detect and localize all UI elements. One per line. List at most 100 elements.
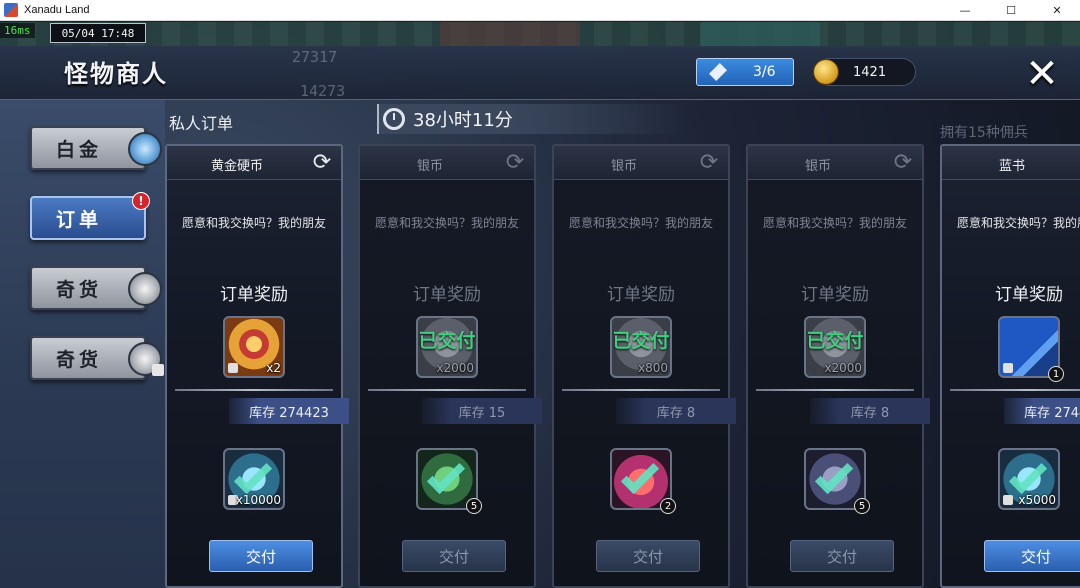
order-ticket-counter[interactable]: 3/6 [696,58,794,86]
reward-quantity: x2000 [824,361,862,375]
delivered-status: 已交付 [612,330,670,352]
sidebar-item-label: 奇货 [55,348,102,371]
delivered-status: 已交付 [418,330,476,352]
stock-count: 库存 15 [458,405,506,421]
divider [175,389,333,391]
order-item-name: 银币 [804,159,831,174]
order-card-header: 银币 ⟳ [554,146,728,180]
reward-title: 订单奖励 [220,285,288,305]
deliver-button[interactable]: 交付 [209,540,313,572]
sidebar-item-rare-goods[interactable]: 奇货 [30,266,162,310]
checkmark-icon [620,455,660,495]
gold-coin-icon [813,59,839,85]
sidebar-item-label: 奇货 [55,278,102,301]
refresh-icon[interactable]: ⟳ [696,150,722,176]
ping-indicator: 16ms [0,23,35,38]
stock-count: 库存 274423 [1024,405,1080,421]
deliver-button[interactable]: 交付 [984,540,1080,572]
window-controls: — ☐ ✕ [942,0,1080,21]
order-description: 愿意和我交换吗？我的朋友 [374,216,519,230]
order-item-name: 蓝书 [998,159,1025,174]
checkmark-icon [1008,455,1048,495]
refresh-icon[interactable]: ⟳ [309,150,335,176]
order-card-header: 银币 ⟳ [748,146,922,180]
maximize-button[interactable]: ☐ [988,0,1034,21]
sidebar-item-label: 白金 [55,138,102,161]
required-quantity: x5000 [1018,493,1056,507]
sidebar-item-orders[interactable]: 订单 ! [30,192,150,240]
close-shop-button[interactable]: ✕ [1018,54,1066,94]
sidebar-item-label: 订单 [55,208,102,231]
order-card: 蓝书 ⟳ 愿意和我交换吗？我的朋友 订单奖励 1 库存 274423 x5000… [940,144,1080,588]
sidebar-item-rare-goods-locked[interactable]: 奇货 [30,336,164,380]
order-item-name: 银币 [610,159,637,174]
gold-coin-count: 1421 [853,64,887,80]
map-decoration [700,22,820,48]
reward-title: 订单奖励 [801,285,869,305]
reward-title: 订单奖励 [607,285,675,305]
window-titlebar: Xanadu Land — ☐ ✕ [0,0,1080,21]
stock-banner: 库存 8 [616,398,736,424]
checkmark-icon [233,455,273,495]
item-level-badge: 5 [854,498,870,514]
lock-icon [1003,363,1013,373]
delivered-status: 已交付 [806,330,864,352]
lock-icon [152,364,164,376]
game-viewport: 16ms 05/04 17:48 怪物商人 27317 14273 3/6 14… [0,22,1080,588]
divider [950,389,1080,391]
deliver-button[interactable]: 交付 [402,540,506,572]
reward-quantity: x2000 [436,361,474,375]
reward-quantity: x800 [637,361,668,375]
blue-ore-icon[interactable]: x5000 [998,448,1060,510]
divider [562,389,720,391]
order-card: 银币 ⟳ 愿意和我交换吗？我的朋友 订单奖励 x800 已交付 库存 8 2 交… [552,144,736,588]
required-quantity: x10000 [235,493,281,507]
order-description: 愿意和我交换吗？我的朋友 [181,216,326,230]
minimize-button[interactable]: — [942,0,988,21]
deliver-button[interactable]: 交付 [596,540,700,572]
window-close-button[interactable]: ✕ [1034,0,1080,21]
deliver-button[interactable]: 交付 [790,540,894,572]
platinum-coin-icon [128,132,162,166]
gold-coin-counter: 1421 [813,58,916,86]
reward-title: 订单奖励 [995,285,1063,305]
stopwatch-icon [383,108,405,130]
stock-banner: 库存 274423 [1004,398,1080,424]
window-title: Xanadu Land [24,4,90,16]
order-card: 银币 ⟳ 愿意和我交换吗？我的朋友 订单奖励 x2000 已交付 库存 8 5 … [746,144,930,588]
order-item-name: 黄金硬币 [210,159,263,174]
golden-crest-icon[interactable]: x2 [223,316,285,378]
shop-sidebar: 白金 订单 ! 奇货 奇货 [0,100,165,588]
game-clock: 05/04 17:48 [50,23,146,43]
sidebar-item-platinum[interactable]: 白金 [30,126,162,170]
order-card-header: 蓝书 ⟳ [942,146,1080,180]
stock-banner: 库存 8 [810,398,930,424]
item-level-badge: 5 [466,498,482,514]
ticket-icon [709,63,727,81]
divider [368,389,526,391]
item-level-badge: 1 [1048,366,1064,382]
order-description: 愿意和我交换吗？我的朋友 [568,216,713,230]
page-title: 怪物商人 [64,60,168,88]
stock-count: 库存 8 [656,405,696,421]
shop-header: 怪物商人 27317 14273 3/6 1421 ✕ [0,46,1080,100]
ticket-count: 3/6 [753,64,776,80]
order-description: 愿意和我交换吗？我的朋友 [762,216,907,230]
blue-book-icon[interactable]: 1 [998,316,1064,382]
map-decoration [440,22,580,48]
checkmark-icon [426,455,466,495]
refresh-icon[interactable]: ⟳ [502,150,528,176]
background-text: 拥有15种佣兵 [940,125,1028,141]
item-level-badge: 2 [660,498,676,514]
order-card-header: 黄金硬币 ⟳ [167,146,341,180]
stock-count: 库存 8 [850,405,890,421]
blue-ore-icon[interactable]: x10000 [223,448,285,510]
order-card-header: 银币 ⟳ [360,146,534,180]
stock-banner: 库存 274423 [229,398,349,424]
background-currency: 14273 [300,82,346,100]
timer-value: 38小时11分 [413,110,513,131]
divider [756,389,914,391]
refresh-icon[interactable]: ⟳ [890,150,916,176]
order-card: 黄金硬币 ⟳ 愿意和我交换吗？我的朋友 订单奖励 x2 库存 274423 x1… [165,144,349,588]
lock-icon [1003,495,1013,505]
